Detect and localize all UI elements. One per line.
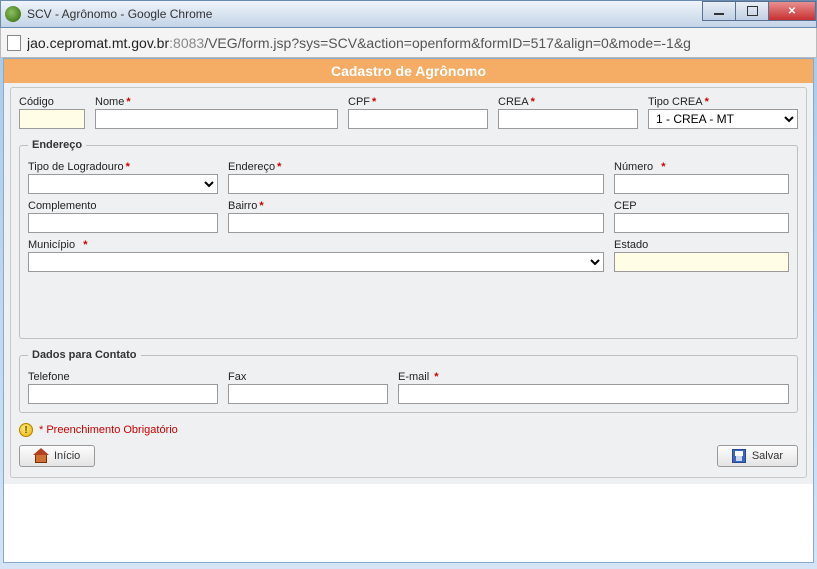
codigo-label: Código xyxy=(19,96,85,108)
window-controls xyxy=(703,1,816,21)
estado-input[interactable] xyxy=(614,252,789,272)
tipocrea-select[interactable]: 1 - CREA - MT xyxy=(648,109,798,129)
cpf-input[interactable] xyxy=(348,109,488,129)
salvar-button[interactable]: Salvar xyxy=(717,445,798,467)
url-port: :8083 xyxy=(169,35,204,51)
app-icon xyxy=(5,6,21,22)
fax-label: Fax xyxy=(228,371,388,383)
nome-input[interactable] xyxy=(95,109,338,129)
page-container: Cadastro de Agrônomo Código Nome* CPF* C xyxy=(3,58,814,563)
row-identificacao: Código Nome* CPF* CREA* Tipo CREA* xyxy=(19,96,798,129)
contato-legend: Dados para Contato xyxy=(28,349,141,361)
warning-icon: ! xyxy=(19,423,33,437)
bairro-input[interactable] xyxy=(228,213,604,233)
endereco-label: Endereço* xyxy=(228,161,604,173)
url-text: jao.cepromat.mt.gov.br:8083/VEG/form.jsp… xyxy=(27,35,691,51)
minimize-button[interactable] xyxy=(702,1,736,21)
maximize-button[interactable] xyxy=(735,1,769,21)
tipo-logradouro-label: Tipo de Logradouro* xyxy=(28,161,218,173)
numero-label: Número * xyxy=(614,161,789,173)
municipio-select[interactable] xyxy=(28,252,604,272)
save-icon xyxy=(732,449,746,463)
window-titlebar: SCV - Agrônomo - Google Chrome xyxy=(0,0,817,28)
endereco-input[interactable] xyxy=(228,174,604,194)
complemento-input[interactable] xyxy=(28,213,218,233)
tipocrea-label: Tipo CREA* xyxy=(648,96,798,108)
email-input[interactable] xyxy=(398,384,789,404)
municipio-label: Município * xyxy=(28,239,604,251)
page-icon xyxy=(7,35,21,51)
cpf-label: CPF* xyxy=(348,96,488,108)
inicio-button-label: Início xyxy=(54,450,80,462)
estado-label: Estado xyxy=(614,239,789,251)
numero-input[interactable] xyxy=(614,174,789,194)
close-button[interactable] xyxy=(768,1,816,21)
fax-input[interactable] xyxy=(228,384,388,404)
required-note-text: * Preenchimento Obrigatório xyxy=(39,424,178,436)
inicio-button[interactable]: Início xyxy=(19,445,95,467)
required-note: ! * Preenchimento Obrigatório xyxy=(19,423,798,437)
bairro-label: Bairro* xyxy=(228,200,604,212)
nome-label: Nome* xyxy=(95,96,338,108)
window-title: SCV - Agrônomo - Google Chrome xyxy=(27,7,212,21)
email-label: E-mail * xyxy=(398,371,789,383)
url-path: /VEG/form.jsp?sys=SCV&action=openform&fo… xyxy=(204,35,691,51)
address-bar[interactable]: jao.cepromat.mt.gov.br:8083/VEG/form.jsp… xyxy=(0,28,817,58)
salvar-button-label: Salvar xyxy=(752,450,783,462)
telefone-input[interactable] xyxy=(28,384,218,404)
crea-input[interactable] xyxy=(498,109,638,129)
crea-label: CREA* xyxy=(498,96,638,108)
cep-label: CEP xyxy=(614,200,789,212)
fieldset-endereco: Endereço Tipo de Logradouro* Endereço* N… xyxy=(19,139,798,339)
complemento-label: Complemento xyxy=(28,200,218,212)
cep-input[interactable] xyxy=(614,213,789,233)
form-body: Código Nome* CPF* CREA* Tipo CREA* xyxy=(10,87,807,478)
button-row: Início Salvar xyxy=(19,445,798,467)
home-icon xyxy=(34,450,48,462)
telefone-label: Telefone xyxy=(28,371,218,383)
endereco-legend: Endereço xyxy=(28,139,86,151)
fieldset-contato: Dados para Contato Telefone Fax E-mail * xyxy=(19,349,798,413)
url-host: jao.cepromat.mt.gov.br xyxy=(27,35,169,51)
page-title: Cadastro de Agrônomo xyxy=(4,59,813,83)
tipo-logradouro-select[interactable] xyxy=(28,174,218,194)
codigo-input[interactable] xyxy=(19,109,85,129)
